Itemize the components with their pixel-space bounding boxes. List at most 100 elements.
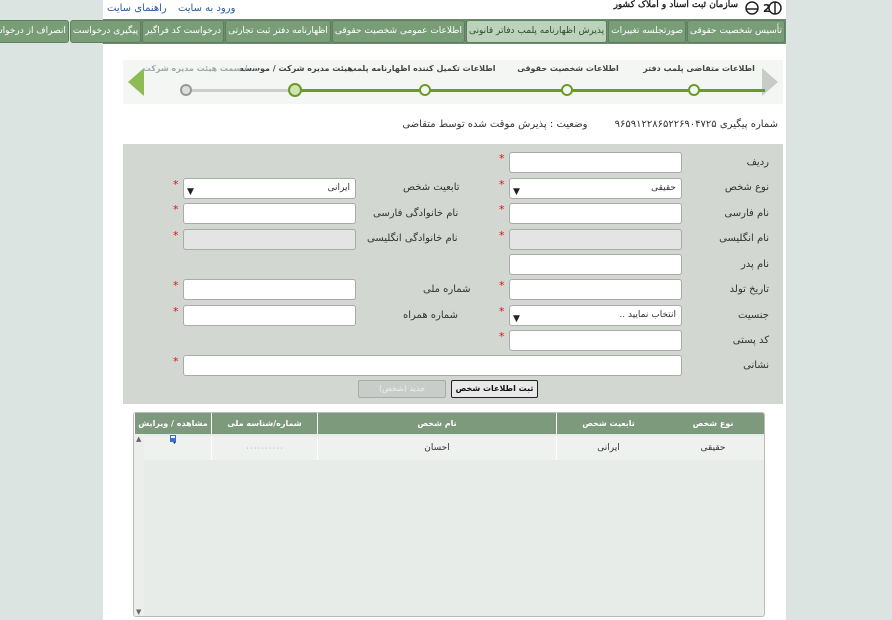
required-marker: * [499,279,505,292]
person-form: ردیف * نوع شخص حقیقی ▼ * تابعیت شخص ایرا… [123,144,783,404]
required-marker: * [499,152,505,165]
tracking-label: شماره پیگیری [719,119,778,130]
chevron-down-icon: ▼ [513,187,520,197]
national-id-label: شماره ملی [423,284,471,295]
national-id-input[interactable] [183,279,356,300]
fname-fa-input[interactable] [509,203,682,224]
postal-input[interactable] [509,330,682,351]
table-row[interactable]: ۰۰۰۰۰۰۰۰۰۰ احسان ایرانی حقیقی [134,434,764,460]
header-links: ورود به سایت راهنمای سایت [107,3,243,14]
required-marker: * [499,178,505,191]
wizard-step-dot[interactable] [561,84,573,96]
col-nationality[interactable]: تابعیت شخص [556,413,660,434]
scroll-up-icon[interactable]: ▲ [136,435,141,443]
wizard-step-dot[interactable] [180,84,192,96]
chevron-down-icon: ▼ [513,314,520,324]
col-national-id[interactable]: شماره/شناسه ملی [211,413,317,434]
wizard-step-dot[interactable] [419,84,431,96]
login-link[interactable]: ورود به سایت [178,3,235,14]
required-marker: * [499,229,505,242]
fname-en-label: نام انگلیسی [719,233,769,244]
wizard-step-label: اطلاعات متقاضی پلمب دفتر [643,64,755,73]
nationality-cell: ایرانی [556,436,660,460]
tab-seal-declaration[interactable]: پذیرش اظهارنامه پلمب دفاتر قانونی [465,20,608,43]
wizard-next-arrow-icon[interactable] [128,68,144,96]
tracking-number: ۹۶۵۹۱۲۲۸۶۵۲۲۶۹۰۴۷۲۵ [614,119,717,130]
required-marker: * [499,203,505,216]
view-edit-cell[interactable] [134,434,211,460]
state-value: پذیرش موقت شده توسط متقاضی [402,119,547,130]
required-marker: * [173,203,179,216]
help-link[interactable]: راهنمای سایت [107,3,167,14]
table-header: مشاهده / ویرایش شماره/شناسه ملی نام شخص … [134,413,764,434]
birth-input[interactable] [509,279,682,300]
table-scrollbar[interactable]: ▲ ▼ [134,434,144,616]
gender-label: جنسیت [738,310,769,321]
nationality-value: ایرانی [327,183,350,193]
col-view-edit[interactable]: مشاهده / ویرایش [134,413,211,434]
wizard-step-label: اطلاعات شخصیت حقوقی [517,64,619,73]
scroll-down-icon[interactable]: ▼ [136,608,141,616]
brand-title: سازمان ثبت اسناد و املاک کشور [613,0,738,10]
required-marker: * [173,279,179,292]
person-type-value: حقیقی [651,183,676,193]
lname-fa-label: نام خانوادگی فارسی [373,208,459,219]
required-marker: * [173,355,179,368]
required-marker: * [173,229,179,242]
father-label: نام پدر [740,259,769,270]
national-id-cell: ۰۰۰۰۰۰۰۰۰۰ [211,436,317,460]
address-label: نشانی [743,360,769,371]
fname-en-input[interactable] [509,229,682,250]
header: ورود به سایت راهنمای سایت سازمان ثبت اسن… [103,0,786,18]
address-input[interactable] [183,355,682,376]
tab-universal-code[interactable]: درخواست کد فراگیر [142,20,225,43]
tab-tracking[interactable]: پیگیری درخواست [69,20,142,43]
lname-en-label: نام خانوادگی انگلیسی [367,233,458,244]
edit-icon[interactable] [168,434,178,444]
required-marker: * [173,178,179,191]
chevron-down-icon: ▼ [187,187,194,197]
row-label: ردیف [746,157,769,168]
mobile-input[interactable] [183,305,356,326]
required-marker: * [499,330,505,343]
page: ورود به سایت راهنمای سایت سازمان ثبت اسن… [0,0,786,620]
person-type-label: نوع شخص [724,182,769,193]
nationality-select[interactable]: ایرانی ▼ [183,178,356,199]
wizard-step-label: اطلاعات تکمیل کننده اظهارنامه پلمب [348,64,496,73]
name-cell: احسان [317,436,556,460]
wizard-line-pending [183,89,295,92]
person-type-cell: حقیقی [700,443,726,453]
mobile-label: شماره همراه [403,310,459,321]
persons-table: مشاهده / ویرایش شماره/شناسه ملی نام شخص … [133,412,765,617]
required-marker: * [173,305,179,318]
required-marker: * [499,305,505,318]
col-name[interactable]: نام شخص [317,413,556,434]
new-person-button[interactable]: جدید (شخص) [358,380,446,398]
svg-text:2: 2 [763,2,771,15]
tab-trade-register[interactable]: اظهارنامه دفتر ثبت تجارتی [225,20,331,43]
tab-general-info[interactable]: اطلاعات عمومی شخصیت حقوقی [331,20,465,43]
lname-en-input[interactable] [183,229,356,250]
main-nav: تأسیس شخصیت حقوقی صورتجلسه تغییرات پذیرش… [0,19,786,44]
state-label: وضعیت : [549,119,588,130]
wizard-step-dot-current[interactable] [288,83,302,97]
lname-fa-input[interactable] [183,203,356,224]
wizard-steps: اطلاعات متقاضی پلمب دفتر اطلاعات شخصیت ح… [123,60,783,104]
nationality-label: تابعیت شخص [403,182,460,193]
logo-icon: 2 [745,1,782,15]
postal-label: کد پستی [732,335,769,346]
tab-establish[interactable]: تأسیس شخصیت حقوقی [687,20,785,43]
tab-cancel[interactable]: انصراف از درخواست [0,20,69,43]
row-input[interactable] [509,152,682,173]
gender-select[interactable]: انتخاب نمایید .. ▼ [509,305,682,326]
save-person-button[interactable]: ثبت اطلاعات شخص [451,380,538,398]
status-line: شماره پیگیری ۹۶۵۹۱۲۲۸۶۵۲۲۶۹۰۴۷۲۵ وضعیت :… [402,119,778,130]
person-type-select[interactable]: حقیقی ▼ [509,178,682,199]
wizard-step-label: سمت هیئت مدیره شرکت / ... [142,64,260,73]
fname-fa-label: نام فارسی [724,208,769,219]
wizard-step-dot[interactable] [688,84,700,96]
birth-label: تاریخ تولد [729,284,769,295]
col-person-type[interactable]: نوع شخص [660,413,764,434]
tab-minutes[interactable]: صورتجلسه تغییرات [608,20,687,43]
father-input[interactable] [509,254,682,275]
